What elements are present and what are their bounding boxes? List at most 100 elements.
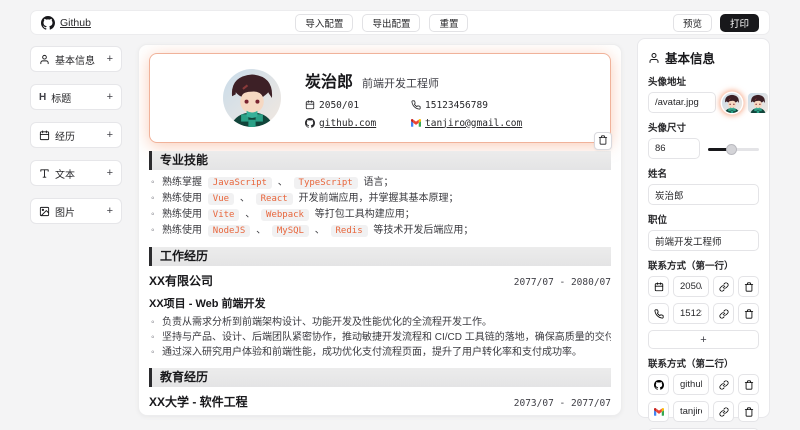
work-bullet: 负责从需求分析到前端架构设计、功能开发及性能优化的全流程开发工作。 xyxy=(149,315,611,330)
user-icon xyxy=(648,52,660,64)
avatar-size-slider[interactable] xyxy=(708,143,759,155)
github-icon xyxy=(653,379,664,390)
contact-value-input[interactable] xyxy=(673,276,709,297)
sidebar-item-label: 文本 xyxy=(55,169,75,181)
contact1-row xyxy=(648,303,759,324)
skill-bullet: 熟练掌握 JavaScript 、 TypeScript 语言； xyxy=(149,175,611,191)
code-chip: TypeScript xyxy=(293,177,358,189)
output-actions: 预览 打印 xyxy=(672,13,759,32)
work-bullet-list: 负责从需求分析到前端架构设计、功能开发及性能优化的全流程开发工作。坚持与产品、设… xyxy=(149,315,611,360)
plus-icon: + xyxy=(106,205,113,217)
job-input[interactable] xyxy=(648,230,759,251)
sidebar-item-图片[interactable]: 图片 + xyxy=(30,198,122,224)
contact2-row xyxy=(648,374,759,395)
name-label: 姓名 xyxy=(648,169,668,180)
contact-link-button[interactable] xyxy=(713,303,734,324)
sidebar-item-label: 基本信息 xyxy=(55,55,95,67)
resume-basic-info: 炭治郎 前端开发工程师 2050/01 15123456789 github.c… xyxy=(305,68,537,129)
link-icon xyxy=(719,380,729,390)
trash-icon xyxy=(744,308,754,319)
resume-contact-item[interactable]: tanjiro@gmail.com xyxy=(411,118,537,129)
code-chip: NodeJS xyxy=(207,225,251,237)
resume-contact-item: 15123456789 xyxy=(411,100,537,111)
brand-label: Github xyxy=(60,16,91,29)
contact-rows-1 xyxy=(648,276,759,324)
topbar: Github 导入配置 导出配置 重置 预览 打印 xyxy=(30,10,770,35)
trash-icon xyxy=(744,379,754,390)
name-input[interactable] xyxy=(648,184,759,205)
code-chip: JavaScript xyxy=(207,177,272,189)
contact-delete-button[interactable] xyxy=(738,401,759,422)
export-config-button[interactable]: 导出配置 xyxy=(362,13,421,32)
avatar-size-input[interactable] xyxy=(648,138,700,159)
contact-value-input[interactable] xyxy=(673,401,709,422)
preview-button[interactable]: 预览 xyxy=(672,13,712,32)
avatar-option-square[interactable] xyxy=(748,92,768,113)
slider-thumb[interactable] xyxy=(725,143,737,155)
contact-icon-button[interactable] xyxy=(648,374,669,395)
work-project-title: XX项目 - Web 前端开发 xyxy=(149,298,266,310)
avatar-option-round[interactable] xyxy=(722,92,742,113)
code-chip: Vue xyxy=(207,193,235,205)
contact-delete-button[interactable] xyxy=(738,374,759,395)
image-icon xyxy=(39,206,50,217)
plus-icon: + xyxy=(106,167,113,179)
sidebar-item-标题[interactable]: H 标题 + xyxy=(30,84,122,110)
contact-icon-button[interactable] xyxy=(648,276,669,297)
trash-icon xyxy=(744,406,754,417)
link-icon xyxy=(719,309,729,319)
gmail-icon xyxy=(411,118,421,128)
section-header-skills[interactable]: 专业技能 xyxy=(149,151,611,170)
code-chip: Redis xyxy=(330,225,368,237)
code-chip: React xyxy=(255,193,293,205)
education-school: XX大学 - 软件工程 xyxy=(149,395,248,409)
sidebar-item-文本[interactable]: 文本 + xyxy=(30,160,122,186)
contact-link-button[interactable] xyxy=(713,401,734,422)
contact-icon-button[interactable] xyxy=(648,401,669,422)
contact-value-input[interactable] xyxy=(673,374,709,395)
education-period: 2073/07 - 2077/07 xyxy=(513,398,611,409)
delete-section-button[interactable] xyxy=(594,132,612,150)
add-contact-row1-button[interactable]: + xyxy=(648,330,759,349)
resume-name: 炭治郎 xyxy=(305,73,354,91)
section-header-education[interactable]: 教育经历 xyxy=(149,368,611,387)
avatar-url-input[interactable] xyxy=(648,92,716,113)
contact-link-button[interactable] xyxy=(713,276,734,297)
sidebar-item-label: 经历 xyxy=(55,131,75,143)
section-header-work[interactable]: 工作经历 xyxy=(149,247,611,266)
contact-value-input[interactable] xyxy=(673,303,709,324)
contact1-row xyxy=(648,276,759,297)
resume-job-title: 前端开发工程师 xyxy=(362,77,440,90)
resume-basic-info-block[interactable]: 炭治郎 前端开发工程师 2050/01 15123456789 github.c… xyxy=(149,53,611,143)
trash-icon xyxy=(598,134,608,148)
reset-button[interactable]: 重置 xyxy=(429,13,469,32)
calendar-icon xyxy=(305,100,315,110)
print-button[interactable]: 打印 xyxy=(719,13,759,32)
component-sidebar: 基本信息 + H 标题 + 经历 + 文本 + 图片 + xyxy=(30,46,122,236)
plus-icon: + xyxy=(106,129,113,141)
link-icon xyxy=(719,282,729,292)
contact-icon-button[interactable] xyxy=(648,303,669,324)
contact-delete-button[interactable] xyxy=(738,276,759,297)
contact2-row xyxy=(648,401,759,422)
avatar-size-label: 头像尺寸 xyxy=(648,123,687,134)
contact-row1-label: 联系方式（第一行） xyxy=(648,261,734,272)
skill-bullet: 熟练使用 Vite 、 Webpack 等打包工具构建应用； xyxy=(149,207,611,223)
skill-bullet: 熟练使用 Vue 、 React 开发前端应用，并掌握其基本原理； xyxy=(149,191,611,207)
link-icon xyxy=(719,407,729,417)
code-chip: Vite xyxy=(207,209,240,221)
sidebar-item-label: 图片 xyxy=(55,207,75,219)
contact-link-button[interactable] xyxy=(713,374,734,395)
contact-delete-button[interactable] xyxy=(738,303,759,324)
resume-contact-item[interactable]: github.com xyxy=(305,118,405,129)
job-label: 职位 xyxy=(648,215,668,226)
sidebar-item-基本信息[interactable]: 基本信息 + xyxy=(30,46,122,72)
skills-bullet-list: 熟练掌握 JavaScript 、 TypeScript 语言；熟练使用 Vue… xyxy=(149,175,611,239)
heading-icon: H xyxy=(39,92,47,103)
import-config-button[interactable]: 导入配置 xyxy=(295,13,354,32)
sidebar-item-经历[interactable]: 经历 + xyxy=(30,122,122,148)
github-repo-link[interactable]: Github xyxy=(41,15,91,30)
code-chip: MySQL xyxy=(271,225,309,237)
user-icon xyxy=(39,54,50,65)
text-icon xyxy=(39,168,50,179)
